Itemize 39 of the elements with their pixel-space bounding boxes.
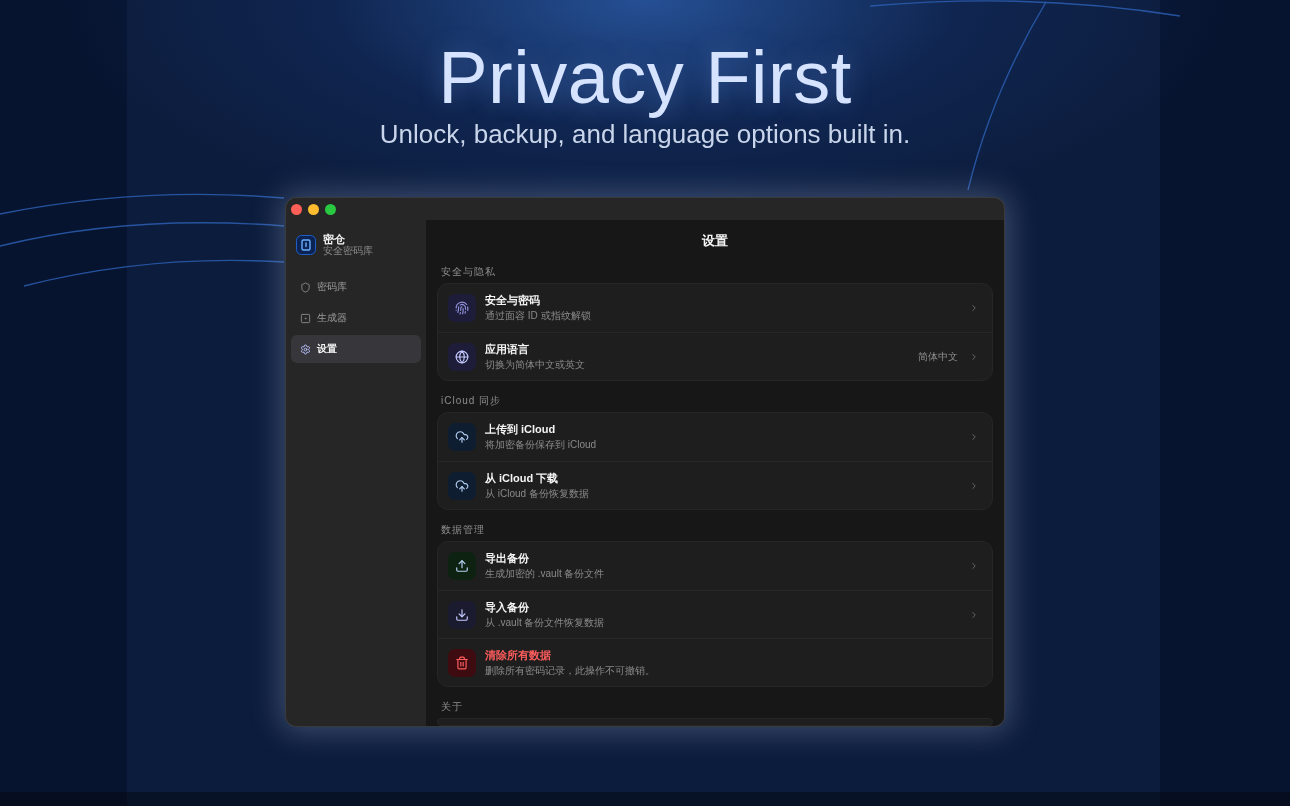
sidebar-item[interactable]: 设置 (291, 335, 421, 363)
row-title[interactable]: 从 iCloud 下载 (485, 471, 559, 485)
page-title: 设置 (702, 234, 728, 248)
headline: Privacy First (438, 38, 852, 118)
row-description: 生成加密的 .vault 备份文件 (485, 568, 605, 580)
app-name: 密仓 (323, 233, 345, 245)
row-description: 删除所有密码记录，此操作不可撤销。 (485, 664, 655, 677)
sidebar-item[interactable]: 生成器 (291, 304, 421, 332)
app-subtitle: 安全密码库 (323, 245, 373, 257)
row-title[interactable]: 导出备份 (485, 552, 529, 565)
row-title[interactable]: 应用语言 (485, 342, 529, 356)
close-button[interactable] (291, 204, 302, 215)
tagline: Unlock, backup, and language options built in. (379, 118, 911, 150)
chevron-right-icon[interactable] (969, 609, 979, 620)
shield-icon (300, 281, 311, 293)
chevron-right-icon[interactable] (969, 561, 979, 571)
chevron-right-icon[interactable] (969, 432, 979, 442)
row-description: 从 iCloud 备份恢复数据 (485, 487, 589, 500)
app-logo-icon (296, 235, 316, 255)
row-description: 切换为简体中文或英文 (485, 358, 585, 371)
chevron-right-icon[interactable] (969, 351, 979, 362)
section-label: 关于 (441, 701, 463, 713)
settings-icon (300, 343, 311, 355)
zoom-button[interactable] (325, 204, 336, 215)
row-value: 简体中文 (918, 350, 958, 363)
row-description: 从 .vault 备份文件恢复数据 (485, 616, 605, 629)
row-description: 通过面容 ID 或指纹解锁 (485, 310, 591, 322)
chevron-right-icon[interactable] (969, 480, 979, 491)
section-label: 数据管理 (441, 524, 485, 536)
minimize-button[interactable] (308, 204, 319, 215)
row-title[interactable]: 上传到 iCloud (485, 423, 556, 436)
chevron-right-icon[interactable] (969, 303, 979, 313)
row-title[interactable]: 清除所有数据 (485, 648, 551, 662)
row-title[interactable]: 导入备份 (485, 600, 529, 614)
section-label: 安全与隐私 (441, 266, 496, 278)
row-title[interactable]: 安全与密码 (485, 294, 540, 307)
sidebar-item[interactable]: 密码库 (291, 273, 421, 301)
row-description: 将加密备份保存到 iCloud (485, 439, 597, 451)
section-label: iCloud 同步 (441, 395, 502, 407)
